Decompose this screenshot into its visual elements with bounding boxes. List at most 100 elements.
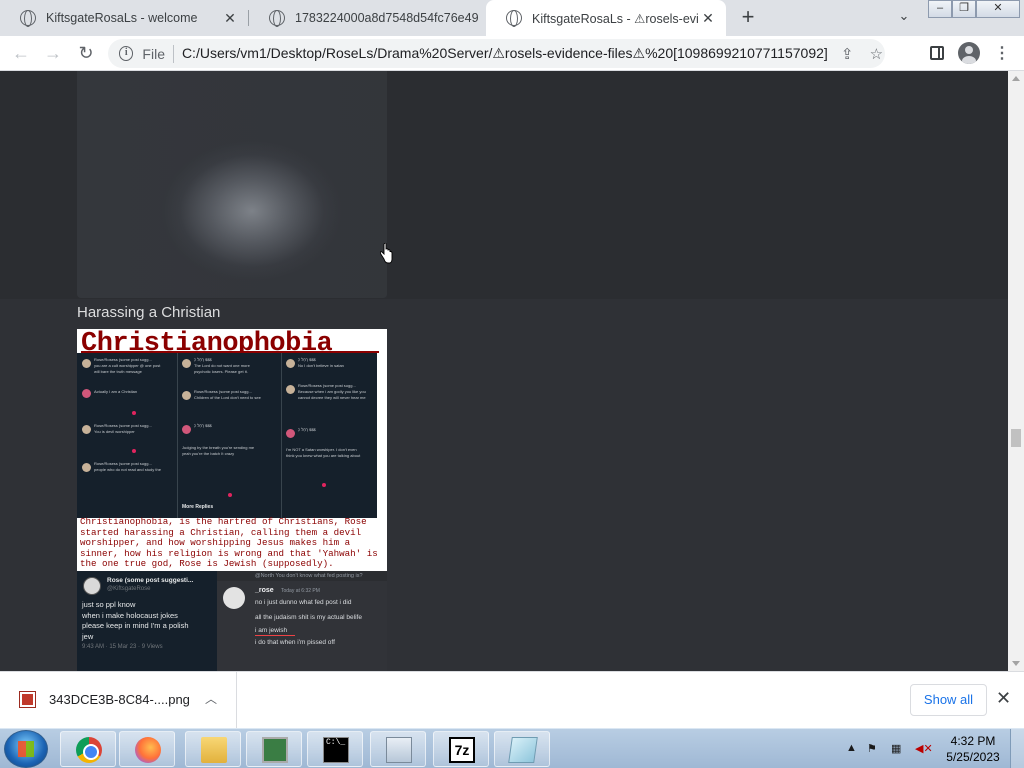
- tweet-text: you are a cult worshipper @ one post: [94, 363, 161, 368]
- tweet-text: Rose/Rosess (some post sugg...: [194, 389, 252, 394]
- scroll-down-arrow-icon[interactable]: [1012, 661, 1020, 666]
- close-window-button[interactable]: ✕: [976, 0, 1020, 18]
- taskbar-firefox[interactable]: [119, 731, 175, 767]
- folder-icon: [201, 737, 227, 763]
- image-file-icon: [19, 691, 36, 708]
- forward-arrow-icon[interactable]: →: [41, 41, 65, 65]
- thread-column-1: Rose/Rosess (some post sugg... you are a…: [77, 353, 177, 518]
- like-heart-icon: [132, 449, 136, 453]
- tweet-text: Rose/Rosess (some post sugg...: [94, 461, 152, 466]
- twitter-thread-screenshot: Rose/Rosess (some post sugg... you are a…: [77, 353, 377, 518]
- address-bar[interactable]: i File C:/Users/vm1/Desktop/RoseLs/Drama…: [108, 39, 885, 68]
- avatar: [182, 359, 191, 368]
- profile-avatar-icon[interactable]: [958, 42, 980, 64]
- taskbar-task-manager[interactable]: [246, 731, 302, 767]
- discord-message-line: no i just dunno what fed post i did: [255, 599, 352, 606]
- red-underline: [255, 635, 295, 636]
- taskbar-7zip[interactable]: 7z: [433, 731, 489, 767]
- tweet-meta: 9:43 AM · 15 Mar 23 · 9 Views: [82, 644, 163, 650]
- 7zip-icon: 7z: [449, 737, 475, 763]
- close-download-bar-icon[interactable]: ✕: [996, 688, 1011, 709]
- tweet-line: jew: [82, 631, 94, 641]
- scroll-up-arrow-icon[interactable]: [1012, 76, 1020, 81]
- download-item[interactable]: 343DCE3B-8C84-....png ︿: [0, 672, 237, 728]
- reload-icon[interactable]: ↻: [74, 41, 98, 65]
- tab-search-chevron-icon[interactable]: ⌄: [894, 8, 914, 28]
- scrollbar-thumb[interactable]: [1011, 429, 1021, 447]
- tab-image[interactable]: 1783224000a8d7548d54fc76e49: [249, 0, 485, 36]
- action-center-flag-icon[interactable]: ⚑: [867, 742, 877, 755]
- clock-date[interactable]: 5/25/2023: [946, 750, 1000, 764]
- chrome-icon: [76, 737, 102, 763]
- tray-expand-chevron-icon[interactable]: ▲: [846, 742, 857, 754]
- tweet-body: just so ppl know when i make holocaust j…: [82, 600, 214, 642]
- menu-kebab-icon[interactable]: ⋮: [992, 43, 1012, 63]
- minimize-button[interactable]: –: [928, 0, 952, 18]
- tab-evidence[interactable]: KiftsgateRosaLs - ⚠rosels-eviden ✕: [486, 0, 726, 36]
- bottom-screenshots: Rose (some post suggesti... @KiftsgateRo…: [77, 571, 387, 671]
- back-arrow-icon[interactable]: ←: [9, 41, 33, 65]
- discord-message-line: i am jewish: [255, 627, 288, 634]
- tweet-author-name: Rose (some post suggesti...: [107, 577, 194, 584]
- taskbar-cmd[interactable]: C:\_: [307, 731, 363, 767]
- tweet-text: You is devil worshipper: [94, 429, 135, 434]
- network-icon[interactable]: ▦: [891, 742, 901, 755]
- avatar: [182, 425, 191, 434]
- tweet-text: will bare the truth message: [94, 369, 142, 374]
- tweet-text: רָחֵל כְּ $$$: [298, 427, 316, 432]
- share-icon[interactable]: ⇪: [839, 45, 856, 63]
- start-button[interactable]: [4, 730, 48, 768]
- taskbar-explorer[interactable]: [185, 731, 241, 767]
- discord-message-line: i do that when i'm pissed off: [255, 639, 335, 646]
- chevron-up-icon[interactable]: ︿: [205, 690, 217, 707]
- like-heart-icon: [132, 411, 136, 415]
- tab-strip: KiftsgateRosaLs - welcome ✕ 1783224000a8…: [0, 0, 1024, 36]
- cmd-icon: C:\_: [323, 737, 349, 763]
- new-tab-button[interactable]: +: [736, 6, 760, 30]
- show-all-button[interactable]: Show all: [910, 684, 987, 716]
- tweet-line: please keep in mind I'm a polish: [82, 621, 189, 630]
- info-icon[interactable]: i: [119, 46, 134, 61]
- tweet-text: psychotic losers. Please get it.: [194, 369, 248, 374]
- thread-column-3: רָחֵל כְּ $$$ No I don't believe in sata…: [282, 353, 377, 518]
- tweet-text: Rose/Rosess (some post sugg...: [298, 383, 356, 388]
- like-heart-icon: [228, 493, 232, 497]
- download-filename[interactable]: 343DCE3B-8C84-....png: [49, 692, 190, 707]
- evidence-description: Christianophobia, is the hartred of Chri…: [80, 516, 378, 569]
- page-viewport: Harassing a Christian Christianophobia R…: [0, 71, 1008, 671]
- omnibox-separator: [172, 44, 174, 63]
- taskbar-chrome[interactable]: [60, 731, 116, 767]
- globe-icon: [20, 10, 36, 27]
- tab-close-icon[interactable]: ✕: [220, 8, 240, 28]
- url-text[interactable]: C:/Users/vm1/Desktop/RoseLs/Drama%20Serv…: [182, 45, 827, 62]
- show-desktop-button[interactable]: [1010, 729, 1024, 768]
- tab-title: KiftsgateRosaLs - ⚠rosels-eviden: [532, 11, 698, 26]
- task-manager-icon: [262, 737, 288, 763]
- volume-muted-icon[interactable]: ◀✕: [915, 742, 933, 755]
- tab-welcome[interactable]: KiftsgateRosaLs - welcome ✕: [0, 0, 248, 36]
- blurred-attachment-image[interactable]: [77, 71, 387, 298]
- tab-title: 1783224000a8d7548d54fc76e49: [295, 11, 479, 25]
- vertical-scrollbar[interactable]: [1008, 71, 1024, 671]
- avatar: [82, 389, 91, 398]
- taskbar-notepad[interactable]: [494, 731, 550, 767]
- snipping-tool-icon: [386, 737, 412, 763]
- tweet-text: רָחֵל כְּ $$$: [194, 357, 212, 362]
- tweet-text: No I don't believe in satan: [298, 363, 344, 368]
- tab-title: KiftsgateRosaLs - welcome: [46, 11, 198, 25]
- avatar: [82, 425, 91, 434]
- hand-cursor-icon: [379, 243, 393, 264]
- bookmark-star-icon[interactable]: ☆: [868, 45, 885, 63]
- tweet-text: Rose/Rosess (some post sugg...: [94, 357, 152, 362]
- tab-close-icon[interactable]: ✕: [698, 8, 718, 28]
- tweet-text: Actually I am a Christian: [94, 389, 138, 394]
- taskbar-snipping[interactable]: [370, 731, 426, 767]
- avatar: [82, 463, 91, 472]
- attachment-caption: Harassing a Christian: [77, 304, 221, 321]
- evidence-image[interactable]: Christianophobia Rose/Rosess (some post …: [77, 329, 387, 671]
- clock-time[interactable]: 4:32 PM: [950, 734, 996, 748]
- side-panel-icon[interactable]: [930, 46, 944, 60]
- maximize-button[interactable]: ❐: [952, 0, 976, 18]
- tweet-text: Children of the Lord don't need to see: [194, 395, 261, 400]
- avatar: [83, 577, 101, 595]
